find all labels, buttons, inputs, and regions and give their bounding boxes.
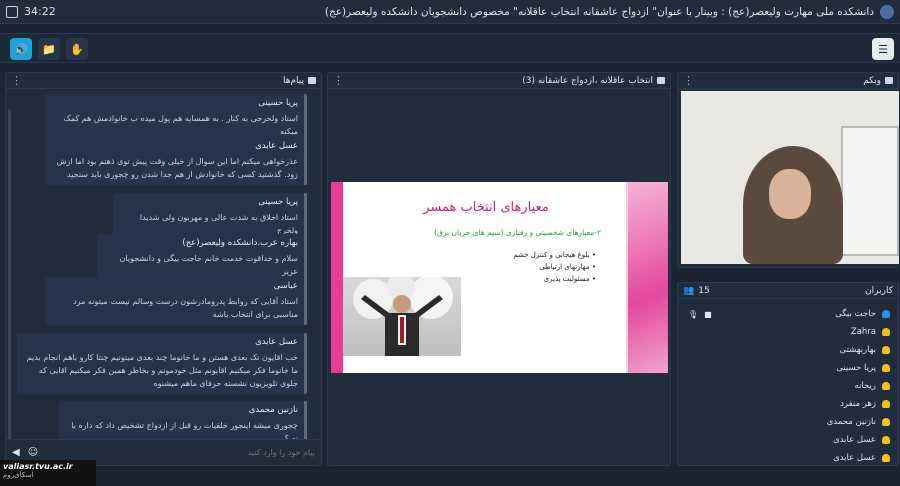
user-name: حاجت بیگی: [835, 309, 876, 319]
presentation-icon: [657, 77, 665, 84]
toolbar: 🔊 📁 ✋ ☰: [0, 33, 900, 63]
list-item: عسل عابدی خب اقایون تک بعدی هستن و ما خان…: [17, 333, 307, 394]
speaker-icon[interactable]: 🔊: [10, 38, 32, 60]
list-item: نازنین محمدی چجوری میشه اینجور خلقیات رو …: [59, 401, 307, 439]
video-icon[interactable]: ■: [704, 310, 712, 319]
user-icon: [882, 436, 890, 444]
logo-icon: [880, 4, 894, 19]
slide-right-stripe: [628, 182, 668, 373]
chat-options-icon[interactable]: ⋮: [11, 75, 22, 86]
slide-subtitle: ۲-معیارهای شخصیتی و رفتاری (سیم های جریا…: [434, 228, 601, 237]
list-item[interactable]: عسل عابدی: [678, 431, 898, 449]
content-options-icon[interactable]: ⋮: [333, 75, 344, 86]
chat-panel: پیام‌ها ⋮ پریا حسینی استاد ولخرجی به کنار…: [5, 72, 322, 466]
slide-left-stripe: [331, 182, 343, 373]
chat-scrollbar[interactable]: [8, 109, 11, 439]
list-item[interactable]: نازنین محمدی: [678, 413, 898, 431]
session-timer: 34:22: [24, 5, 56, 18]
list-item: پریا حسینی استاد ولخرجی به کنار . به همسا…: [45, 94, 307, 142]
user-name: عسل عابدی: [833, 453, 876, 463]
chat-input[interactable]: [115, 448, 315, 457]
list-item[interactable]: 🎙 ■ حاجت بیگی: [678, 305, 898, 323]
user-name: بهاربهشتی: [839, 345, 877, 355]
list-item: بهاره عرب.دانشکده ولیعصر(عج) سلام و خداقو…: [97, 234, 307, 282]
user-icon: [882, 346, 890, 354]
whiteboard-background: [841, 126, 899, 256]
user-icon: [882, 418, 890, 426]
users-list: 🎙 ■ حاجت بیگی Zahra بهاربهشتی پریا حسینی …: [678, 299, 898, 465]
slide-title: معیارهای انتخاب همسر: [423, 200, 549, 215]
user-name: عسل عابدی: [833, 435, 876, 445]
user-icon: [882, 310, 890, 318]
list-item[interactable]: بهاربهشتی: [678, 341, 898, 359]
camera-icon: [885, 77, 893, 84]
user-name: ریحانه: [854, 381, 876, 391]
webcam-video: [681, 91, 899, 264]
microphone-icon[interactable]: 🎙: [688, 310, 698, 319]
user-icon: [882, 364, 890, 372]
list-item[interactable]: Zahra: [678, 323, 898, 341]
users-title: کاربران: [865, 285, 893, 296]
emoji-icon[interactable]: ☺: [28, 447, 38, 458]
window-icon[interactable]: [6, 5, 18, 18]
presentation-slide: معیارهای انتخاب همسر ۲-معیارهای شخصیتی و…: [331, 182, 668, 373]
user-name: نازنین محمدی: [826, 417, 876, 427]
list-item[interactable]: زهر منفرد: [678, 395, 898, 413]
user-name: Zahra: [850, 327, 876, 337]
chat-header: پیام‌ها ⋮: [6, 73, 321, 89]
content-title: انتخاب عاقلانه ،ازدواج عاشقانه (3): [522, 75, 653, 86]
slide-bullet: مهارتهای ارتباطی: [481, 261, 596, 273]
send-icon[interactable]: ◀: [12, 447, 20, 458]
folder-icon[interactable]: 📁: [38, 38, 60, 60]
slide-photo: [343, 273, 461, 356]
chat-title: پیام‌ها: [282, 75, 304, 86]
webcam-title: وبکم: [863, 75, 881, 86]
menu-icon[interactable]: ☰: [872, 38, 894, 60]
slide-bullet: بلوغ هیجانی و کنترل خشم: [481, 249, 596, 261]
user-icon: [882, 328, 890, 336]
site-watermark: valiasr.tvu.ac.ir اسکای‌روم: [0, 460, 96, 486]
users-icon: 👥: [683, 285, 695, 296]
slide-bullet: مسئولیت پذیری: [481, 273, 596, 285]
watermark-site: valiasr.tvu.ac.ir: [3, 462, 73, 471]
list-item: عباسی استاد آقایی که روابط پدرومادرشون در…: [45, 277, 307, 325]
slide-bullets: بلوغ هیجانی و کنترل خشم مهارتهای ارتباطی…: [481, 249, 596, 285]
watermark-brand: اسکای‌روم: [3, 471, 34, 479]
presenter-face: [769, 169, 811, 219]
chat-icon: [308, 77, 316, 84]
users-header: کاربران 👥 15: [678, 283, 898, 299]
user-name: پریا حسینی: [836, 363, 876, 373]
list-item[interactable]: عسل عابدی: [678, 449, 898, 467]
webcam-header: وبکم ⋮: [678, 73, 898, 89]
user-icon: [882, 400, 890, 408]
user-icon: [882, 382, 890, 390]
chat-messages: پریا حسینی استاد ولخرجی به کنار . به همسا…: [6, 89, 321, 439]
user-name: زهر منفرد: [840, 399, 876, 409]
content-header: انتخاب عاقلانه ،ازدواج عاشقانه (3) ⋮: [328, 73, 670, 89]
webcam-options-icon[interactable]: ⋮: [683, 75, 694, 86]
user-icon: [882, 454, 890, 462]
list-item: عسل عابدی عذرخواهی میکنم اما این سوال از …: [45, 137, 307, 185]
list-item[interactable]: ریحانه: [678, 377, 898, 395]
users-panel: کاربران 👥 15 🎙 ■ حاجت بیگی Zahra بهاربهشت…: [677, 282, 899, 466]
users-count: 15: [698, 285, 710, 296]
list-item[interactable]: پریا حسینی: [678, 359, 898, 377]
top-bar: 34:22 دانشکده ملی مهارت ولیعصر(عج) : وبی…: [0, 0, 900, 24]
session-title: دانشکده ملی مهارت ولیعصر(عج) : وبینار با…: [324, 5, 874, 18]
raise-hand-icon[interactable]: ✋: [66, 38, 88, 60]
